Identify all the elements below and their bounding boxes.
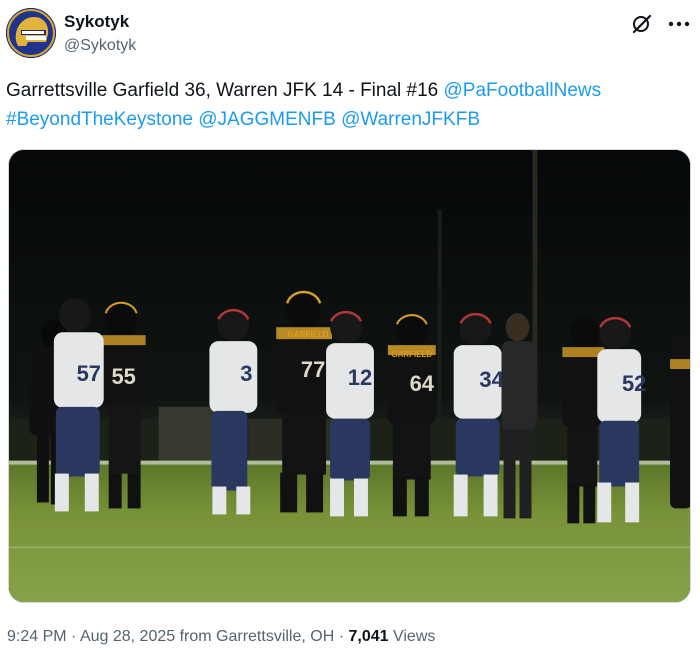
more-options-button[interactable] [664,12,694,36]
timestamp-date[interactable]: Aug 28, 2025 [80,628,175,645]
tweet-meta: 9:24 PM · Aug 28, 2025 from Garrettsvill… [7,626,435,648]
grok-button[interactable] [630,12,654,36]
tweet-card: Sykotyk @Sykotyk Garrettsville Garfield … [0,0,700,656]
mention-link[interactable]: @PaFootballNews [444,80,602,101]
mention-link[interactable]: @WarrenJFKFB [341,109,480,130]
handle[interactable]: @Sykotyk [64,35,136,57]
grok-icon [632,14,652,34]
tweet-text: Garrettsville Garfield 36, Warren JFK 14… [6,76,692,134]
author-names: Sykotyk @Sykotyk [64,11,136,57]
meta-separator: · [66,628,80,645]
tweet-photo[interactable]: 55 GARFIELD 77 GARFIELD 64 57 3 12 34 52 [8,149,691,603]
tweet-header: Sykotyk @Sykotyk [6,8,694,62]
helmet-logo-icon [6,8,56,58]
football-handshake-photo: 55 GARFIELD 77 GARFIELD 64 57 3 12 34 52 [9,150,690,602]
display-name[interactable]: Sykotyk [64,11,136,33]
views-count: 7,041 [348,628,389,645]
avatar[interactable] [6,8,56,58]
views-label: Views [388,628,436,645]
meta-separator: · [334,628,349,645]
timestamp-time[interactable]: 9:24 PM [7,628,67,645]
mention-link[interactable]: @JAGGMENFB [198,109,336,130]
more-options-icon [668,21,690,27]
hashtag-link[interactable]: #BeyondTheKeystone [6,109,193,130]
location: from Garrettsville, OH [175,628,335,645]
tweet-text-body: Garrettsville Garfield 36, Warren JFK 14… [6,80,444,101]
